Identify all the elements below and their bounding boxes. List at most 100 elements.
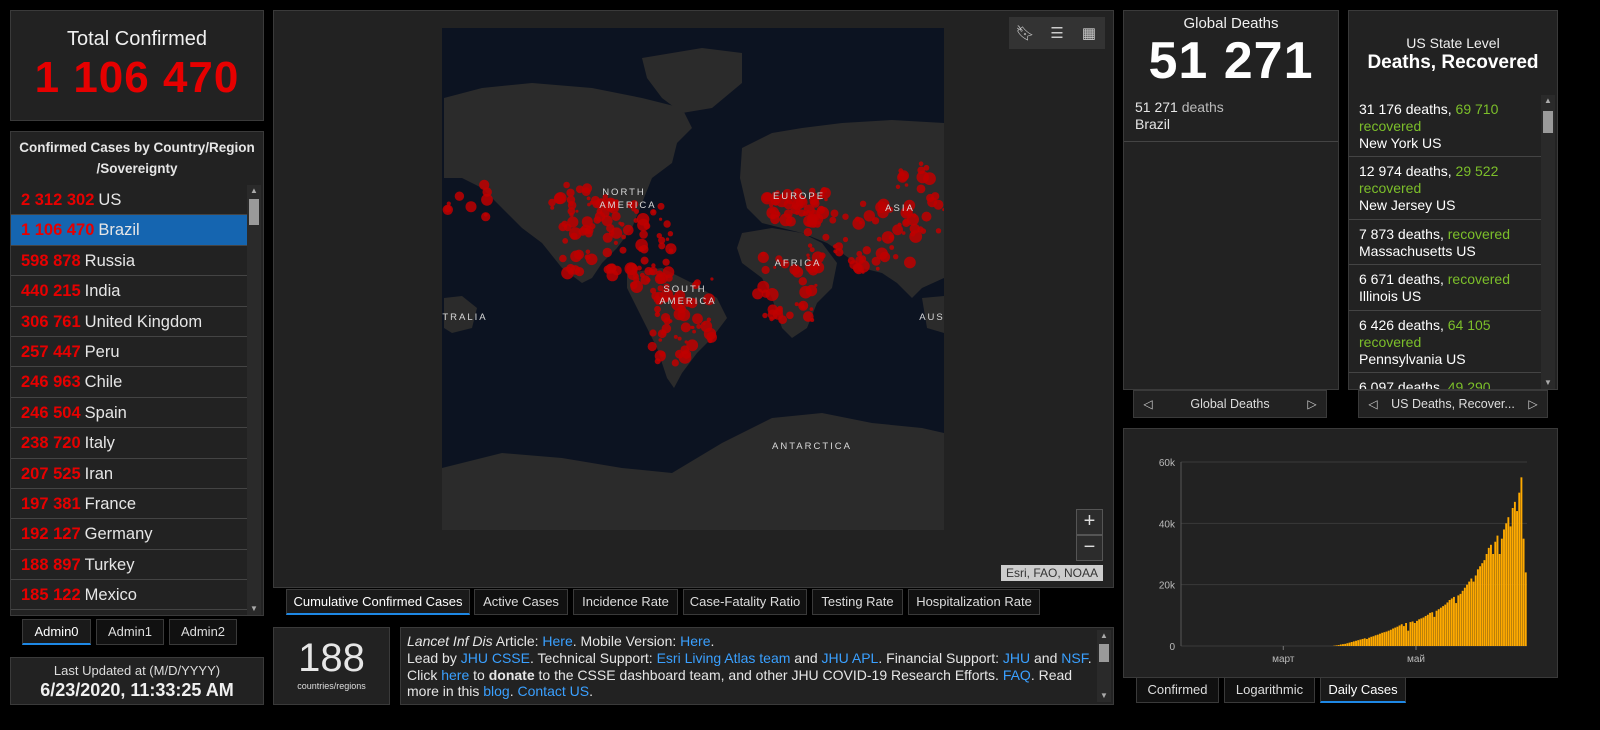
scroll-up-icon[interactable]: ▲ — [1097, 630, 1111, 642]
scroll-down-icon[interactable]: ▼ — [1097, 690, 1111, 702]
case-dot — [680, 322, 691, 333]
scroll-thumb[interactable] — [1099, 644, 1109, 662]
case-dot — [483, 212, 488, 217]
lancet-link[interactable]: Here — [542, 633, 572, 649]
scroll-thumb[interactable] — [1543, 111, 1553, 133]
case-count: 440 215 — [21, 282, 81, 301]
map-panel[interactable]: NORTH AMERICA SOUTH AMERICA EUROPE ASIA … — [273, 10, 1114, 588]
deaths-text: 6 671 deaths, — [1359, 271, 1448, 288]
tab-hospitalization-rate[interactable]: Hospitalization Rate — [908, 589, 1040, 615]
list-item[interactable]: 246 963 Chile — [11, 367, 247, 398]
bar — [1463, 587, 1466, 646]
jhu-csse-link[interactable]: JHU CSSE — [461, 650, 530, 666]
nsf-link[interactable]: NSF — [1061, 650, 1087, 666]
list-item[interactable]: 207 525 Iran — [11, 459, 247, 489]
bar — [1457, 595, 1460, 646]
bookmark-icon[interactable]: 🔖︎ — [1013, 24, 1037, 42]
list-icon[interactable]: ☰ — [1045, 24, 1069, 42]
case-dot — [856, 250, 863, 257]
chevron-right-icon[interactable]: ▷ — [1302, 391, 1322, 417]
jhu-link[interactable]: JHU — [1003, 650, 1030, 666]
zoom-out-button[interactable]: − — [1076, 535, 1103, 561]
info-scrollbar[interactable]: ▲ ▼ — [1097, 630, 1111, 702]
list-item[interactable]: 6 097 deaths, 49 290 — [1349, 373, 1541, 389]
list-item[interactable]: 238 720 Italy — [11, 428, 247, 459]
list-item[interactable]: 12 974 deaths, 29 522 recovered New Jersey… — [1349, 157, 1541, 220]
tab-admin1[interactable]: Admin1 — [96, 619, 164, 645]
bar — [1368, 637, 1371, 646]
tab-admin2[interactable]: Admin2 — [169, 619, 237, 645]
us-list-scrollbar[interactable]: ▲ ▼ — [1541, 95, 1555, 389]
country-list[interactable]: 2 312 302 US 1 106 470 Brazil 598 878 Russia 4… — [11, 185, 247, 615]
zoom-in-button[interactable]: + — [1076, 509, 1103, 535]
here-link[interactable]: here — [441, 667, 469, 683]
scroll-down-icon[interactable]: ▼ — [1541, 377, 1555, 389]
tab-case-fatality-ratio[interactable]: Case-Fatality Ratio — [683, 589, 807, 615]
list-item[interactable]: 7 873 deaths, recovered Massachusetts US — [1349, 220, 1541, 266]
chevron-left-icon[interactable]: ◁ — [1363, 391, 1383, 417]
list-item[interactable]: 306 761 United Kingdom — [11, 307, 247, 337]
tab-testing-rate[interactable]: Testing Rate — [812, 589, 903, 615]
tab-confirmed[interactable]: Confirmed — [1136, 677, 1219, 703]
case-dot — [589, 200, 594, 205]
case-dot — [833, 244, 838, 249]
scroll-up-icon[interactable]: ▲ — [247, 185, 261, 197]
esri-link[interactable]: Esri Living Atlas team — [657, 650, 791, 666]
tab-daily-cases[interactable]: Daily Cases — [1320, 677, 1406, 703]
list-item[interactable]: 1 106 470 Brazil — [11, 215, 247, 246]
case-dot — [794, 302, 799, 307]
scroll-up-icon[interactable]: ▲ — [1541, 95, 1555, 107]
tab-active-cases[interactable]: Active Cases — [474, 589, 568, 615]
chevron-right-icon[interactable]: ▷ — [1523, 391, 1543, 417]
case-dot — [854, 216, 861, 222]
bar — [1476, 569, 1479, 646]
list-item[interactable]: 6 671 deaths, recovered Illinois US — [1349, 265, 1541, 311]
list-item[interactable]: 51 271 deaths Brazil — [1124, 91, 1338, 142]
list-item[interactable]: 192 127 Germany — [11, 519, 247, 550]
case-dot — [671, 359, 679, 367]
blog-link[interactable]: blog — [483, 683, 509, 699]
case-dot — [589, 223, 596, 230]
bar — [1405, 623, 1408, 646]
tab-incidence-rate[interactable]: Incidence Rate — [573, 589, 678, 615]
list-item[interactable]: 2 312 302 US — [11, 185, 247, 216]
recovered-label: recovered — [1359, 180, 1422, 197]
mobile-link[interactable]: Here — [680, 633, 710, 649]
case-dot — [814, 283, 818, 287]
tab-admin0[interactable]: Admin0 — [22, 619, 91, 645]
chevron-left-icon[interactable]: ◁ — [1138, 391, 1158, 417]
tab-cumulative-confirmed[interactable]: Cumulative Confirmed Cases — [286, 589, 470, 615]
list-item[interactable]: 185 122 Mexico — [11, 580, 247, 611]
global-deaths-panel: Global Deaths 51 271 51 271 deaths Brazi… — [1123, 10, 1339, 390]
case-dot — [875, 266, 880, 271]
list-item[interactable]: 246 504 Spain — [11, 398, 247, 429]
list-item[interactable]: 6 426 deaths, 64 105 recovered Pennsylvani… — [1349, 311, 1541, 374]
label-asia: ASIA — [885, 203, 915, 214]
bar — [1500, 538, 1503, 646]
country-list-scrollbar[interactable]: ▲ ▼ — [247, 185, 261, 615]
case-dot — [635, 238, 648, 252]
us-state-list[interactable]: 31 176 deaths, 69 710 recovered New York U… — [1349, 95, 1541, 389]
case-dot — [631, 269, 637, 275]
qr-grid-icon[interactable]: ▦ — [1077, 24, 1101, 42]
list-item[interactable]: 197 381 France — [11, 489, 247, 520]
list-item[interactable]: 31 176 deaths, 69 710 recovered New York U… — [1349, 95, 1541, 158]
list-item[interactable]: 598 878 Russia — [11, 246, 247, 277]
scroll-down-icon[interactable]: ▼ — [247, 603, 261, 615]
contact-link[interactable]: Contact US — [518, 683, 590, 699]
list-item[interactable]: 257 447 Peru — [11, 337, 247, 368]
case-dot — [812, 216, 818, 221]
bar — [1435, 610, 1438, 646]
case-dot — [809, 247, 815, 253]
list-item[interactable]: 188 897 Turkey — [11, 550, 247, 581]
tab-logarithmic[interactable]: Logarithmic — [1224, 677, 1315, 703]
list-item[interactable]: 440 215 India — [11, 276, 247, 307]
scroll-thumb[interactable] — [249, 199, 259, 225]
y-tick-label: 20k — [1159, 581, 1176, 592]
bar — [1376, 634, 1379, 646]
bar — [1387, 630, 1390, 646]
jhu-apl-link[interactable]: JHU APL — [822, 650, 879, 666]
world-map[interactable]: NORTH AMERICA SOUTH AMERICA EUROPE ASIA … — [442, 28, 944, 530]
faq-link[interactable]: FAQ — [1003, 667, 1031, 683]
case-dot — [829, 216, 837, 224]
